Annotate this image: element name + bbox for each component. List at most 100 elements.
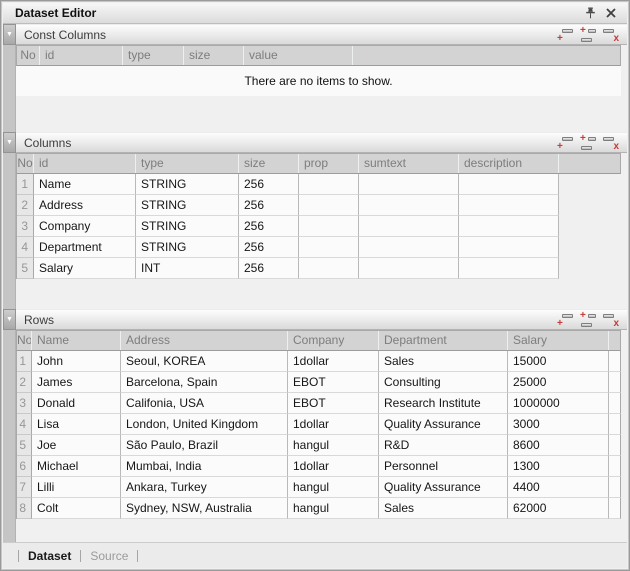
data-cell[interactable]: Department	[34, 237, 136, 258]
data-cell[interactable]	[609, 372, 621, 393]
data-cell[interactable]	[459, 216, 559, 237]
data-cell[interactable]: Colt	[32, 498, 121, 519]
data-cell[interactable]: 1300	[508, 456, 609, 477]
data-cell[interactable]: 256	[239, 174, 299, 195]
pin-icon[interactable]	[583, 6, 597, 20]
data-cell[interactable]: STRING	[136, 174, 239, 195]
data-cell[interactable]	[299, 195, 359, 216]
data-cell[interactable]: Sales	[379, 498, 508, 519]
data-cell[interactable]: Lisa	[32, 414, 121, 435]
row-number-cell[interactable]: 5	[17, 435, 32, 456]
collapse-button[interactable]: ▼	[3, 309, 16, 330]
data-cell[interactable]	[299, 258, 359, 279]
data-cell[interactable]	[459, 174, 559, 195]
data-cell[interactable]: 25000	[508, 372, 609, 393]
data-cell[interactable]: hangul	[288, 498, 379, 519]
data-cell[interactable]	[609, 477, 621, 498]
data-cell[interactable]: Salary	[34, 258, 136, 279]
insert-row-icon[interactable]: +	[580, 136, 596, 150]
row-number-cell[interactable]: 7	[17, 477, 32, 498]
data-cell[interactable]: Sydney, NSW, Australia	[121, 498, 288, 519]
close-icon[interactable]	[604, 6, 618, 20]
insert-row-icon[interactable]: +	[580, 28, 596, 42]
data-cell[interactable]: Consulting	[379, 372, 508, 393]
data-cell[interactable]: STRING	[136, 237, 239, 258]
row-number-cell[interactable]: 3	[17, 216, 34, 237]
row-number-cell[interactable]: 4	[17, 237, 34, 258]
row-number-cell[interactable]: 6	[17, 456, 32, 477]
data-cell[interactable]: Quality Assurance	[379, 477, 508, 498]
row-number-cell[interactable]: 8	[17, 498, 32, 519]
data-cell[interactable]: hangul	[288, 477, 379, 498]
data-cell[interactable]: Donald	[32, 393, 121, 414]
data-cell[interactable]: Ankara, Turkey	[121, 477, 288, 498]
add-row-icon[interactable]: +	[557, 136, 573, 150]
data-cell[interactable]: Michael	[32, 456, 121, 477]
data-cell[interactable]	[609, 393, 621, 414]
data-cell[interactable]: 256	[239, 216, 299, 237]
tab-source[interactable]: Source	[90, 549, 128, 563]
data-cell[interactable]: Seoul, KOREA	[121, 351, 288, 372]
data-cell[interactable]	[609, 456, 621, 477]
data-cell[interactable]: 256	[239, 237, 299, 258]
data-cell[interactable]: Sales	[379, 351, 508, 372]
collapse-button[interactable]: ▼	[3, 24, 16, 45]
collapse-button[interactable]: ▼	[3, 132, 16, 153]
data-cell[interactable]: 1dollar	[288, 351, 379, 372]
data-cell[interactable]: INT	[136, 258, 239, 279]
delete-row-icon[interactable]: x	[603, 28, 619, 42]
row-number-cell[interactable]: 4	[17, 414, 32, 435]
row-number-cell[interactable]: 2	[17, 195, 34, 216]
data-cell[interactable]	[609, 498, 621, 519]
data-cell[interactable]	[459, 195, 559, 216]
row-number-cell[interactable]: 5	[17, 258, 34, 279]
data-cell[interactable]	[609, 414, 621, 435]
data-cell[interactable]: 1dollar	[288, 414, 379, 435]
data-cell[interactable]: Research Institute	[379, 393, 508, 414]
data-cell[interactable]	[359, 174, 459, 195]
data-cell[interactable]: hangul	[288, 435, 379, 456]
data-cell[interactable]	[299, 216, 359, 237]
data-cell[interactable]: Name	[34, 174, 136, 195]
data-cell[interactable]: São Paulo, Brazil	[121, 435, 288, 456]
data-cell[interactable]	[299, 174, 359, 195]
data-cell[interactable]	[609, 351, 621, 372]
row-number-cell[interactable]: 2	[17, 372, 32, 393]
delete-row-icon[interactable]: x	[603, 313, 619, 327]
data-cell[interactable]	[459, 237, 559, 258]
delete-row-icon[interactable]: x	[603, 136, 619, 150]
data-cell[interactable]: 15000	[508, 351, 609, 372]
data-cell[interactable]	[359, 258, 459, 279]
data-cell[interactable]: 256	[239, 195, 299, 216]
row-number-cell[interactable]: 3	[17, 393, 32, 414]
data-cell[interactable]	[359, 195, 459, 216]
data-cell[interactable]	[359, 216, 459, 237]
insert-row-icon[interactable]: +	[580, 313, 596, 327]
data-cell[interactable]: Address	[34, 195, 136, 216]
data-cell[interactable]: Quality Assurance	[379, 414, 508, 435]
row-number-cell[interactable]: 1	[17, 351, 32, 372]
data-cell[interactable]	[609, 435, 621, 456]
data-cell[interactable]: R&D	[379, 435, 508, 456]
data-cell[interactable]: Mumbai, India	[121, 456, 288, 477]
data-cell[interactable]: 1000000	[508, 393, 609, 414]
data-cell[interactable]: Califonia, USA	[121, 393, 288, 414]
data-cell[interactable]: 256	[239, 258, 299, 279]
data-cell[interactable]: STRING	[136, 195, 239, 216]
data-cell[interactable]: 3000	[508, 414, 609, 435]
data-cell[interactable]: Joe	[32, 435, 121, 456]
add-row-icon[interactable]: +	[557, 28, 573, 42]
data-cell[interactable]: 62000	[508, 498, 609, 519]
data-cell[interactable]: EBOT	[288, 393, 379, 414]
data-cell[interactable]: 8600	[508, 435, 609, 456]
data-cell[interactable]	[359, 237, 459, 258]
data-cell[interactable]: Company	[34, 216, 136, 237]
data-cell[interactable]: 4400	[508, 477, 609, 498]
data-cell[interactable]: Lilli	[32, 477, 121, 498]
data-cell[interactable]: EBOT	[288, 372, 379, 393]
data-cell[interactable]	[459, 258, 559, 279]
row-number-cell[interactable]: 1	[17, 174, 34, 195]
add-row-icon[interactable]: +	[557, 313, 573, 327]
data-cell[interactable]: John	[32, 351, 121, 372]
data-cell[interactable]: James	[32, 372, 121, 393]
